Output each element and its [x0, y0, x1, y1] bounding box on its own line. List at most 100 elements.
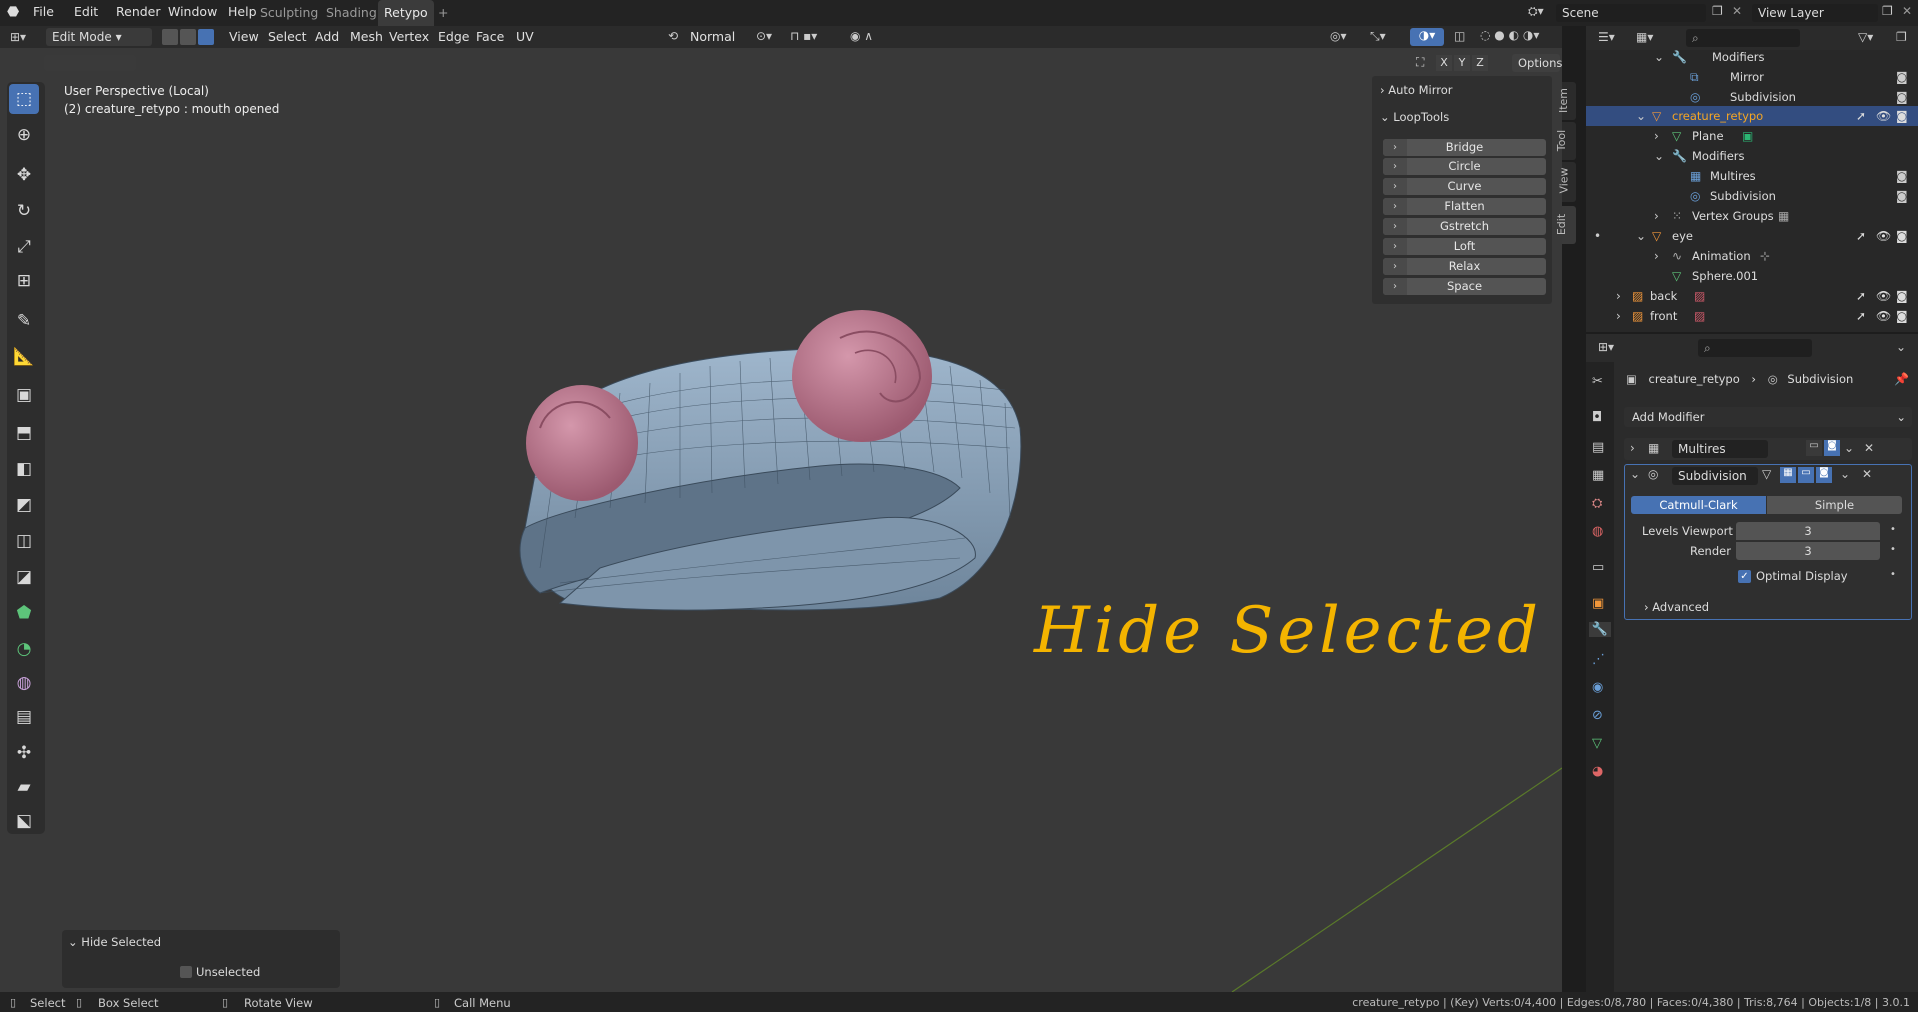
advanced-subpanel[interactable]: › Advanced	[1644, 600, 1709, 614]
menu-add[interactable]: Add	[315, 29, 339, 44]
outliner-row[interactable]: ⧉ Mirror ◙	[1586, 67, 1918, 87]
render-icon[interactable]: ◙	[1896, 87, 1908, 107]
mirror-y[interactable]: Y	[1454, 55, 1470, 71]
shrink-fatten-tool-icon[interactable]: ✣	[9, 738, 39, 768]
new-view-layer-icon[interactable]: ❐	[1882, 4, 1893, 18]
render-toggle-icon[interactable]: ◙	[1824, 440, 1840, 456]
expand-icon[interactable]: ›	[1630, 441, 1635, 455]
smooth-tool-icon[interactable]: ◍	[9, 668, 39, 698]
menu-edge[interactable]: Edge	[438, 29, 469, 44]
render-icon[interactable]: ◙	[1896, 186, 1908, 206]
orientation-select[interactable]: Normal	[690, 29, 735, 44]
expand-icon[interactable]: ›	[1654, 246, 1659, 266]
expand-icon[interactable]: ⌄	[1636, 226, 1646, 246]
flatten-button[interactable]: › Flatten	[1383, 198, 1546, 215]
outliner-editor-icon[interactable]: ☰▾	[1598, 30, 1615, 44]
loft-button[interactable]: › Loft	[1383, 238, 1546, 255]
output-tab-icon[interactable]: ▤	[1592, 440, 1604, 455]
expand-icon[interactable]: ›	[1654, 126, 1659, 146]
select-icon[interactable]: ➚	[1856, 106, 1866, 126]
simple-button[interactable]: Simple	[1767, 496, 1902, 514]
render-toggle-icon[interactable]: ◙	[1816, 467, 1832, 483]
bridge-button[interactable]: › Bridge	[1383, 139, 1546, 156]
pivot-icon[interactable]: ⊙▾	[756, 29, 772, 43]
menu-mesh[interactable]: Mesh	[350, 29, 383, 44]
relax-button[interactable]: › Relax	[1383, 258, 1546, 275]
new-collection-icon[interactable]: ❐	[1896, 30, 1907, 44]
menu-help[interactable]: Help	[228, 4, 257, 19]
keyframe-dot-icon[interactable]: •	[1890, 524, 1896, 535]
menu-vertex[interactable]: Vertex	[389, 29, 429, 44]
collapse-icon[interactable]: ⌄	[1630, 467, 1640, 481]
annotate-tool-icon[interactable]: ✎	[9, 306, 39, 336]
keyframe-dot-icon[interactable]: •	[1890, 544, 1896, 555]
properties-options-icon[interactable]: ⌄	[1896, 340, 1906, 354]
filter-icon[interactable]: ▽▾	[1858, 30, 1873, 44]
expand-icon[interactable]: ›	[1616, 286, 1621, 306]
keyframe-dot-icon[interactable]: •	[1890, 569, 1896, 580]
tab-shading[interactable]: Shading	[320, 0, 383, 26]
menu-file[interactable]: File	[33, 4, 54, 19]
physics-tab-icon[interactable]: ◉	[1592, 680, 1603, 695]
curve-button[interactable]: › Curve	[1383, 178, 1546, 195]
menu-edit[interactable]: Edit	[74, 4, 98, 19]
expand-icon[interactable]: ⌄	[1654, 47, 1664, 67]
object-tab-icon[interactable]: ▣	[1592, 596, 1604, 611]
outliner-row[interactable]: ⌄ 🔧 Modifiers	[1586, 146, 1918, 166]
looptools-header[interactable]: ⌄ LoopTools	[1380, 110, 1449, 124]
menu-view[interactable]: View	[229, 29, 259, 44]
mirror-x[interactable]: X	[1436, 55, 1452, 71]
outliner-display-icon[interactable]: ▦▾	[1636, 30, 1653, 44]
levels-viewport-field[interactable]: 3	[1736, 522, 1880, 540]
render-icon[interactable]: ◙	[1896, 286, 1908, 306]
scale-tool-icon[interactable]: ⤢	[9, 232, 39, 262]
close-icon[interactable]: ✕	[1862, 467, 1872, 481]
menu-uv[interactable]: UV	[516, 29, 534, 44]
tool-tab-icon[interactable]: ✂	[1592, 374, 1603, 389]
poly-build-tool-icon[interactable]: ⬟	[9, 598, 39, 628]
modifier-tab-icon[interactable]: 🔧	[1589, 622, 1611, 637]
unselected-checkbox[interactable]	[180, 966, 192, 978]
tab-edit[interactable]: Edit	[1555, 206, 1576, 244]
3d-viewport[interactable]: Hide Selected	[0, 48, 1562, 992]
expand-icon[interactable]: ⌄	[1654, 146, 1664, 166]
shading-modes[interactable]: ◌ ● ◐ ◑▾	[1480, 28, 1570, 46]
eye-icon[interactable]: 👁	[1876, 226, 1891, 246]
viewport-display-icon[interactable]: ▭	[1798, 467, 1814, 483]
outliner-row[interactable]: ▽ Sphere.001	[1586, 266, 1918, 286]
constraints-tab-icon[interactable]: ⊘	[1592, 708, 1603, 723]
render-icon[interactable]: ◙	[1896, 306, 1908, 326]
material-tab-icon[interactable]: ◕	[1592, 764, 1603, 779]
viewport-display-icon[interactable]: ▭	[1806, 440, 1822, 456]
extrude-tool-icon[interactable]: ⬒	[9, 418, 39, 448]
tab-view[interactable]: View	[1558, 162, 1576, 202]
edit-mode-toggle-icon[interactable]: ▽	[1762, 467, 1771, 481]
shear-tool-icon[interactable]: ▰	[9, 772, 39, 802]
properties-search-input[interactable]: ⌕	[1698, 339, 1812, 357]
collection-tab-icon[interactable]: ▭	[1592, 560, 1604, 575]
select-icon[interactable]: ➚	[1856, 286, 1866, 306]
outliner-search-input[interactable]: ⌕	[1686, 29, 1800, 47]
render-icon[interactable]: ◙	[1896, 226, 1908, 246]
outliner-row[interactable]: › ▨ front ▨ ➚ 👁 ◙	[1586, 306, 1918, 326]
view-layer-field[interactable]: View Layer	[1752, 4, 1878, 22]
cursor-tool-icon[interactable]: ⊕	[9, 120, 39, 150]
chevron-down-icon[interactable]: ⌄	[1844, 441, 1854, 455]
orientation-icon[interactable]: ⟲	[668, 29, 678, 43]
circle-button[interactable]: › Circle	[1383, 158, 1546, 175]
rotate-tool-icon[interactable]: ↻	[9, 196, 39, 226]
tab-sculpting[interactable]: Sculpting	[254, 0, 324, 26]
outliner-row[interactable]: › ▨ back ▨ ➚ 👁 ◙	[1586, 286, 1918, 306]
outliner-row[interactable]: ▦ Multires ◙	[1586, 166, 1918, 186]
delete-view-layer-icon[interactable]: ✕	[1902, 4, 1912, 18]
tab-retypo[interactable]: Retypo	[378, 0, 434, 26]
eye-icon[interactable]: 👁	[1876, 306, 1891, 326]
loop-cut-tool-icon[interactable]: ◫	[9, 526, 39, 556]
outliner-row[interactable]: › ▽ Plane ▣	[1586, 126, 1918, 146]
auto-mirror-header[interactable]: › Auto Mirror	[1380, 83, 1453, 97]
overlay-icon[interactable]: ◑▾	[1410, 28, 1444, 46]
delete-scene-icon[interactable]: ✕	[1732, 4, 1742, 18]
move-tool-icon[interactable]: ✥	[9, 160, 39, 190]
menu-window[interactable]: Window	[168, 4, 217, 19]
transform-tool-icon[interactable]: ⊞	[9, 266, 39, 296]
